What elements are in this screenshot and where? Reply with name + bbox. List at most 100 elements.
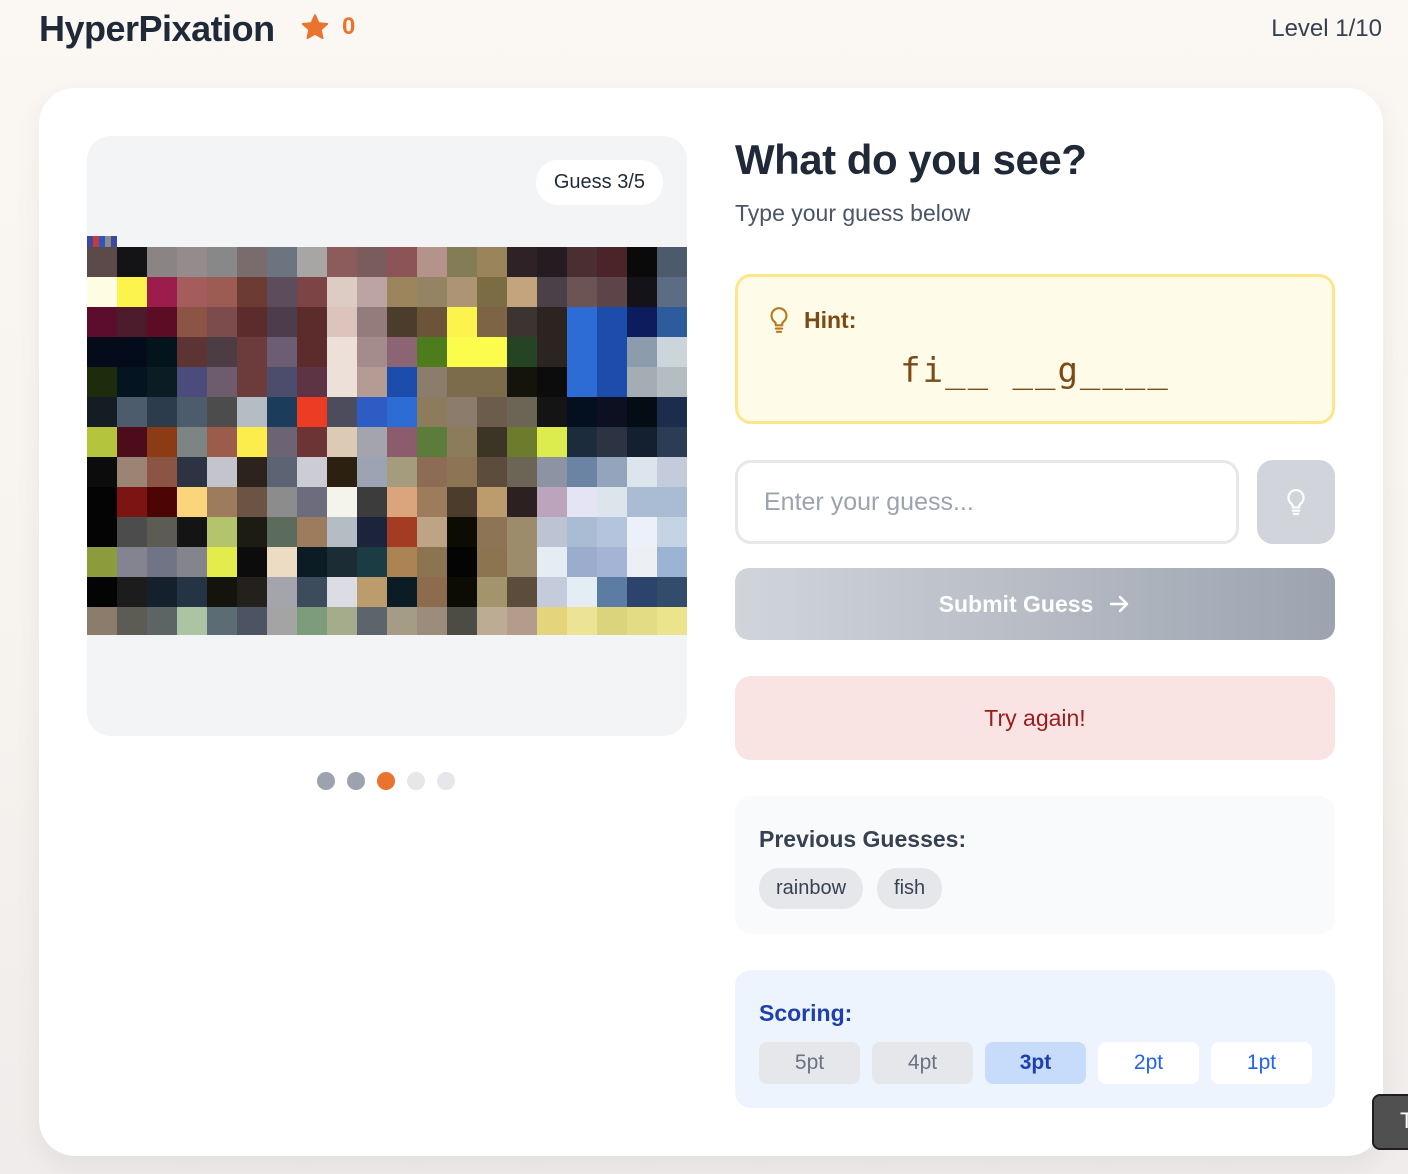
- pixel-cell: [477, 517, 507, 547]
- pixel-cell: [327, 517, 357, 547]
- pixel-cell: [207, 397, 237, 427]
- pixel-cell: [237, 547, 267, 577]
- pixel-cell: [417, 337, 447, 367]
- pixel-cell: [297, 517, 327, 547]
- hint-pattern: fi__ __g____: [900, 351, 1170, 391]
- pixel-cell: [627, 277, 657, 307]
- hint-header: Hint:: [766, 305, 856, 335]
- pixel-cell: [147, 607, 177, 635]
- pixel-cell: [267, 517, 297, 547]
- pixel-cell: [147, 427, 177, 457]
- pixel-cell: [117, 397, 147, 427]
- pixel-cell: [147, 307, 177, 337]
- score-tier-5: 5pt: [759, 1042, 860, 1084]
- pixel-cell: [267, 487, 297, 517]
- pixel-cell: [567, 277, 597, 307]
- hint-box: Hint: fi__ __g____: [735, 274, 1335, 424]
- progress-dot: [407, 772, 425, 790]
- scoring-list: 5pt 4pt 3pt 2pt 1pt: [759, 1042, 1312, 1084]
- pixel-cell: [507, 577, 537, 607]
- progress-dot: [437, 772, 455, 790]
- previous-guess-chip: rainbow: [759, 868, 864, 909]
- pixel-cell: [237, 277, 267, 307]
- pixel-cell: [567, 607, 597, 635]
- pixel-cell: [327, 337, 357, 367]
- pixel-cell: [417, 277, 447, 307]
- pixel-cell: [117, 547, 147, 577]
- pixel-cell: [237, 457, 267, 487]
- pixel-cell: [357, 427, 387, 457]
- submit-guess-button[interactable]: Submit Guess: [735, 568, 1335, 640]
- pixel-cell: [117, 247, 147, 277]
- pixel-cell: [657, 517, 687, 547]
- lightbulb-icon: [1287, 489, 1305, 515]
- pixel-cell: [87, 457, 117, 487]
- pixel-cell: [387, 247, 417, 277]
- pixel-cell: [357, 487, 387, 517]
- pixel-cell: [87, 337, 117, 367]
- pixel-cell: [297, 277, 327, 307]
- pixel-cell: [327, 577, 357, 607]
- pixel-cell: [87, 247, 117, 277]
- pixel-cell: [597, 487, 627, 517]
- pixel-cell: [657, 397, 687, 427]
- pixel-cell: [207, 247, 237, 277]
- pixel-cell: [567, 337, 597, 367]
- pixel-cell: [597, 457, 627, 487]
- level-indicator: Level 1/10: [1271, 15, 1382, 42]
- corner-overlay-widget[interactable]: T: [1372, 1094, 1408, 1150]
- pixel-cell: [177, 427, 207, 457]
- pixel-cell: [237, 577, 267, 607]
- pixel-cell: [507, 397, 537, 427]
- pixel-cell: [537, 547, 567, 577]
- pixel-cell: [207, 277, 237, 307]
- pixel-cell: [177, 397, 207, 427]
- pixel-cell: [297, 427, 327, 457]
- pixel-cell: [327, 397, 357, 427]
- pixel-cell: [237, 487, 267, 517]
- guess-input[interactable]: [735, 460, 1239, 544]
- pixel-cell: [357, 457, 387, 487]
- pixel-cell: [327, 487, 357, 517]
- pixel-cell: [237, 367, 267, 397]
- pixel-cell: [297, 307, 327, 337]
- pixel-cell: [597, 577, 627, 607]
- corner-overlay-label: T: [1400, 1108, 1408, 1133]
- pixel-cell: [597, 307, 627, 337]
- pixel-cell: [597, 547, 627, 577]
- pixel-cell: [597, 397, 627, 427]
- pixel-cell: [387, 487, 417, 517]
- pixel-cell: [267, 577, 297, 607]
- pixel-cell: [147, 547, 177, 577]
- pixel-cell: [627, 247, 657, 277]
- pixel-cell: [327, 427, 357, 457]
- pixel-cell: [417, 577, 447, 607]
- pixel-cell: [387, 397, 417, 427]
- pixel-cell: [357, 547, 387, 577]
- pixel-cell: [357, 337, 387, 367]
- pixel-cell: [87, 367, 117, 397]
- pixel-cell: [537, 337, 567, 367]
- pixel-cell: [387, 427, 417, 457]
- pixel-cell: [267, 397, 297, 427]
- pixel-cell: [177, 547, 207, 577]
- pixel-cell: [387, 547, 417, 577]
- pixel-cell: [507, 547, 537, 577]
- score-tier-2: 2pt: [1098, 1042, 1199, 1084]
- pixel-cell: [627, 577, 657, 607]
- pixel-cell: [627, 307, 657, 337]
- pixel-cell: [657, 427, 687, 457]
- pixel-cell: [237, 607, 267, 635]
- page-subtitle: Type your guess below: [735, 200, 971, 226]
- pixel-cell: [87, 307, 117, 337]
- pixel-cell: [567, 427, 597, 457]
- pixel-cell: [477, 367, 507, 397]
- header: HyperPixation 0 Level 1/10: [0, 0, 1408, 60]
- score-tier-1: 1pt: [1211, 1042, 1312, 1084]
- hint-button[interactable]: [1257, 460, 1335, 544]
- pixel-cell: [267, 307, 297, 337]
- pixel-cell: [447, 337, 477, 367]
- pixel-cell: [537, 427, 567, 457]
- pixel-cell: [477, 307, 507, 337]
- pixel-cell: [357, 517, 387, 547]
